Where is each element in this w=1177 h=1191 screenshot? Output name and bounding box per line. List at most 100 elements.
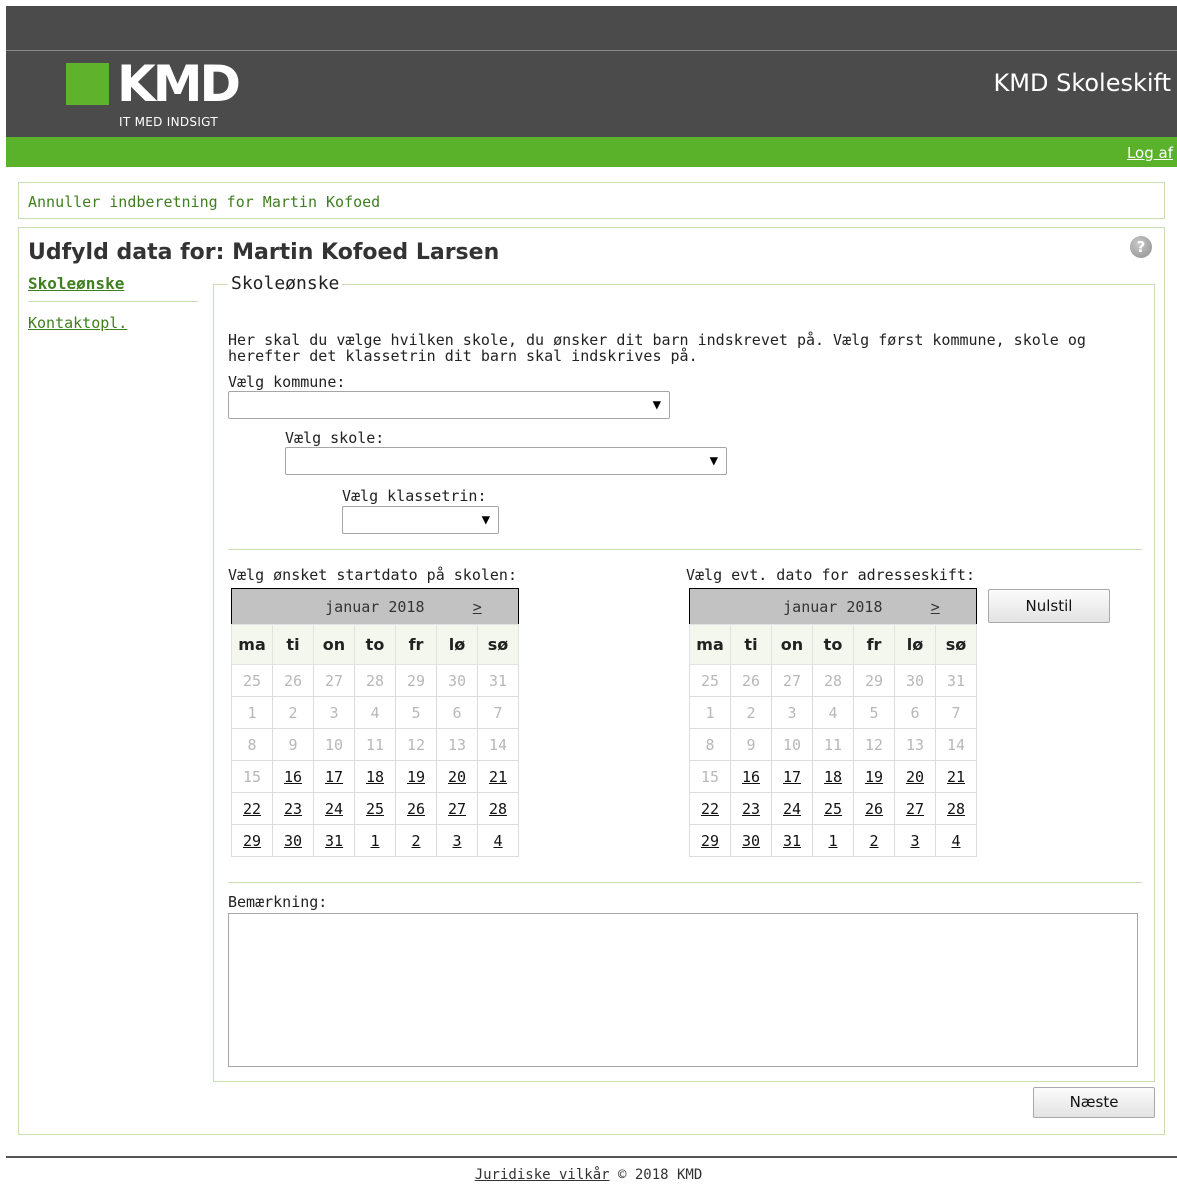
startdate-day: 7	[477, 696, 519, 729]
startdate-day[interactable]: 2	[395, 824, 437, 857]
chevron-down-icon: ▼	[709, 453, 718, 469]
startdate-day[interactable]: 23	[272, 792, 314, 825]
startdate-day[interactable]: 26	[395, 792, 437, 825]
startdate-day[interactable]: 27	[436, 792, 478, 825]
startdate-day: 31	[477, 664, 519, 697]
cancel-panel: Annuller indberetning for Martin Kofoed	[18, 182, 1165, 219]
remark-label: Bemærkning:	[228, 893, 328, 911]
startdate-day[interactable]: 24	[313, 792, 355, 825]
startdate-day[interactable]: 1	[354, 824, 396, 857]
startdate-label: Vælg ønsket startdato på skolen:	[228, 566, 517, 584]
startdate-day[interactable]: 4	[477, 824, 519, 857]
address-date-next-month-link[interactable]: >	[931, 598, 940, 616]
address-date-day: 2	[730, 696, 772, 729]
startdate-day[interactable]: 25	[354, 792, 396, 825]
address-date-day[interactable]: 16	[730, 760, 772, 793]
startdate-day[interactable]: 21	[477, 760, 519, 793]
address-date-day: 7	[935, 696, 977, 729]
address-date-day: 8	[689, 728, 731, 761]
address-date-day: 3	[771, 696, 813, 729]
address-date-day[interactable]: 24	[771, 792, 813, 825]
logo-square	[66, 63, 109, 105]
startdate-day[interactable]: 22	[231, 792, 273, 825]
address-date-weekday: on	[771, 624, 813, 665]
klassetrin-select[interactable]: ▼	[342, 506, 499, 534]
address-date-day[interactable]: 23	[730, 792, 772, 825]
address-date-day[interactable]: 30	[730, 824, 772, 857]
skole-select[interactable]: ▼	[285, 447, 727, 475]
startdate-day[interactable]: 30	[272, 824, 314, 857]
remark-textarea[interactable]	[228, 913, 1138, 1067]
reset-button[interactable]: Nulstil	[988, 589, 1110, 623]
logout-link[interactable]: Log af	[1127, 144, 1173, 162]
startdate-day: 11	[354, 728, 396, 761]
logo: KMD	[117, 55, 241, 113]
address-date-day[interactable]: 28	[935, 792, 977, 825]
address-date-day[interactable]: 2	[853, 824, 895, 857]
startdate-day: 14	[477, 728, 519, 761]
address-date-day: 9	[730, 728, 772, 761]
intro-text: Her skal du vælge hvilken skole, du ønsk…	[228, 331, 1086, 365]
startdate-month-label: januar 2018	[231, 588, 437, 625]
startdate-day[interactable]: 18	[354, 760, 396, 793]
next-button[interactable]: Næste	[1033, 1087, 1155, 1118]
address-date-month-label: januar 2018	[689, 588, 895, 625]
startdate-day: 28	[354, 664, 396, 697]
address-date-day[interactable]: 27	[894, 792, 936, 825]
startdate-day[interactable]: 19	[395, 760, 437, 793]
address-date-day[interactable]: 29	[689, 824, 731, 857]
startdate-day[interactable]: 29	[231, 824, 273, 857]
address-date-day: 12	[853, 728, 895, 761]
address-date-weekday: ma	[689, 624, 731, 665]
kommune-select[interactable]: ▼	[228, 391, 670, 419]
address-date-day: 13	[894, 728, 936, 761]
address-date-calendar: januar 2018 > ma ti on to fr lø sø 25 26 27 28 29 30 31…	[689, 588, 977, 857]
side-nav: Skoleønske Kontaktopl.	[28, 274, 198, 332]
school-wish-fieldset: Skoleønske Her skal du vælge hvilken sko…	[213, 273, 1155, 1082]
startdate-weekday: lø	[436, 624, 478, 665]
startdate-weekday: fr	[395, 624, 437, 665]
startdate-weekday: to	[354, 624, 396, 665]
footer-divider	[6, 1156, 1177, 1158]
address-date-day[interactable]: 31	[771, 824, 813, 857]
startdate-day[interactable]: 17	[313, 760, 355, 793]
startdate-day: 6	[436, 696, 478, 729]
address-date-day[interactable]: 20	[894, 760, 936, 793]
startdate-day[interactable]: 20	[436, 760, 478, 793]
address-date-day[interactable]: 4	[935, 824, 977, 857]
nav-item-kontaktopl[interactable]: Kontaktopl.	[28, 314, 198, 332]
startdate-next-month-link[interactable]: >	[473, 598, 482, 616]
address-date-day: 25	[689, 664, 731, 697]
address-date-day: 5	[853, 696, 895, 729]
address-date-day[interactable]: 25	[812, 792, 854, 825]
help-icon[interactable]: ?	[1130, 236, 1152, 258]
startdate-day[interactable]: 31	[313, 824, 355, 857]
address-date-day[interactable]: 18	[812, 760, 854, 793]
address-date-weekday: ti	[730, 624, 772, 665]
divider	[228, 882, 1142, 883]
startdate-day: 13	[436, 728, 478, 761]
address-date-day[interactable]: 1	[812, 824, 854, 857]
address-date-day[interactable]: 19	[853, 760, 895, 793]
address-date-day: 1	[689, 696, 731, 729]
copyright: © 2018 KMD	[618, 1167, 703, 1183]
startdate-day[interactable]: 3	[436, 824, 478, 857]
address-date-weekday: fr	[853, 624, 895, 665]
address-date-day[interactable]: 17	[771, 760, 813, 793]
kommune-label: Vælg kommune:	[228, 373, 346, 391]
address-date-weekday: to	[812, 624, 854, 665]
cancel-report-link[interactable]: Annuller indberetning for Martin Kofoed	[28, 193, 380, 211]
address-date-day: 14	[935, 728, 977, 761]
address-date-day: 15	[689, 760, 731, 793]
startdate-day: 4	[354, 696, 396, 729]
nav-item-skoleonske[interactable]: Skoleønske	[28, 274, 198, 302]
startdate-weekday: sø	[477, 624, 519, 665]
address-date-day[interactable]: 26	[853, 792, 895, 825]
address-date-day[interactable]: 3	[894, 824, 936, 857]
startdate-day[interactable]: 16	[272, 760, 314, 793]
address-date-day[interactable]: 22	[689, 792, 731, 825]
startdate-day[interactable]: 28	[477, 792, 519, 825]
terms-link[interactable]: Juridiske vilkår	[475, 1167, 610, 1183]
address-date-day: 11	[812, 728, 854, 761]
address-date-day[interactable]: 21	[935, 760, 977, 793]
